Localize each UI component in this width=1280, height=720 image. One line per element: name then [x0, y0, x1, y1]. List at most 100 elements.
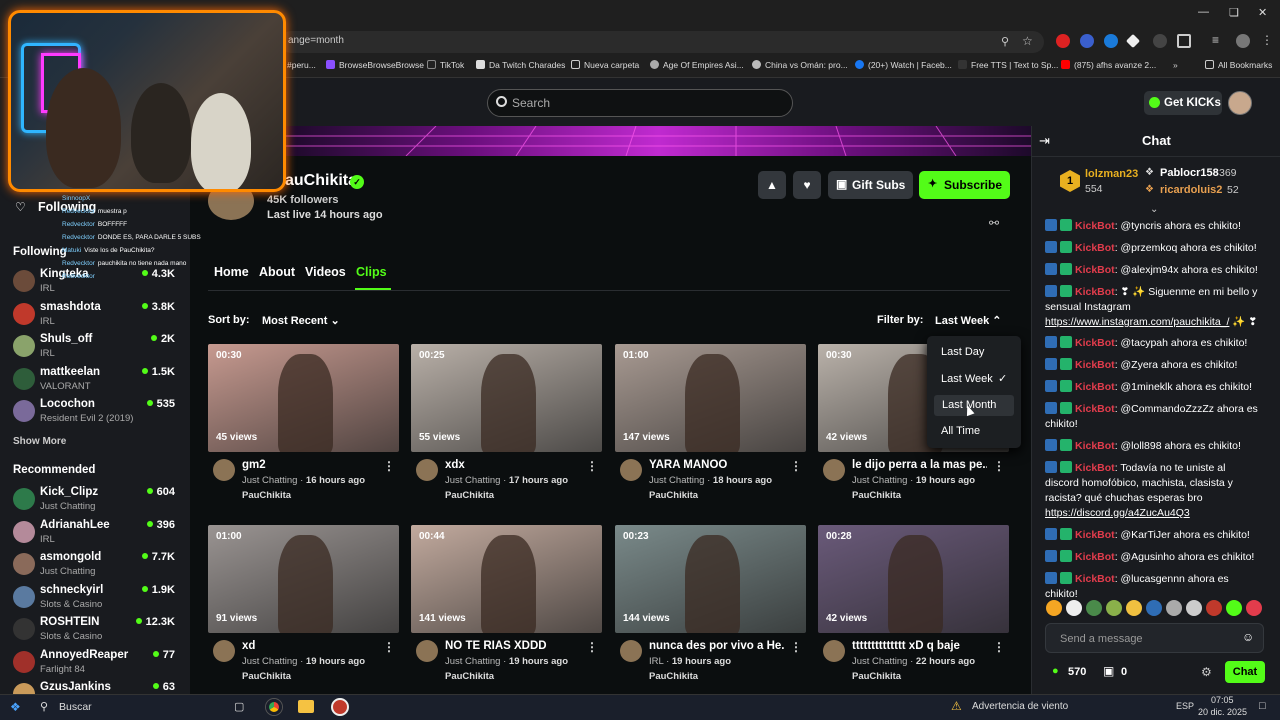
emote-icon[interactable] — [1126, 600, 1142, 616]
sidebar-channel-name[interactable]: asmongold — [40, 551, 101, 563]
task-view-icon[interactable]: ▢ — [234, 700, 244, 713]
emote-icon[interactable] — [1106, 600, 1122, 616]
clip-author-avatar[interactable] — [823, 640, 845, 662]
bookmark[interactable]: Da Twitch Charades — [476, 60, 565, 70]
sidebar-channel-name[interactable]: mattkeelan — [40, 366, 100, 378]
clip-title[interactable]: xdx — [445, 459, 580, 471]
clip-title[interactable]: YARA MANOO — [649, 459, 784, 471]
emote-icon[interactable] — [1046, 600, 1062, 616]
clip-author-avatar[interactable] — [620, 640, 642, 662]
chat-username[interactable]: KickBot — [1075, 440, 1115, 452]
clip-category[interactable]: IRL — [649, 656, 663, 667]
chat-username[interactable]: KickBot — [1075, 573, 1115, 585]
clip-author[interactable]: PauChikita — [852, 671, 901, 682]
leader-name[interactable]: lolzman23 — [1085, 168, 1138, 180]
bookmark[interactable]: BrowseBrowseBrowse — [326, 60, 424, 70]
clip-category[interactable]: Just Chatting — [852, 475, 907, 486]
sidebar-channel-name[interactable]: smashdota — [40, 301, 101, 313]
clip-card[interactable]: 01:00 91 views xd ⋮ Just Chatting · 19 hours… — [208, 525, 399, 682]
channel-avatar[interactable] — [13, 270, 35, 292]
minimize-icon[interactable]: — — [1198, 6, 1209, 18]
search-input[interactable]: Search — [487, 89, 793, 117]
clip-card[interactable]: 00:28 42 views tttttttttttttt xD q baje ⋮ Ju… — [818, 525, 1009, 682]
clip-author[interactable]: PauChikita — [445, 490, 494, 501]
clip-title[interactable]: le dijo perra a la mas pe... — [852, 459, 987, 471]
chat-input[interactable]: Send a message — [1045, 623, 1264, 653]
follow-heart-button[interactable]: ♥ — [793, 171, 821, 199]
emote-icon[interactable] — [1206, 600, 1222, 616]
clip-author[interactable]: PauChikita — [242, 671, 291, 682]
obs-icon[interactable] — [331, 698, 349, 716]
filter-option-last-week[interactable]: Last Week — [941, 373, 993, 385]
get-kicks-button[interactable]: Get KICKs — [1144, 91, 1222, 115]
clip-author-avatar[interactable] — [823, 459, 845, 481]
more-options-icon[interactable]: ⋮ — [790, 459, 802, 473]
gift-subs-button[interactable]: ▣ Gift Subs — [828, 171, 913, 199]
channel-avatar[interactable] — [13, 520, 35, 543]
bookmark[interactable]: (20+) Watch | Faceb... — [855, 60, 952, 70]
bookmark[interactable]: China vs Omán: pro... — [752, 60, 848, 70]
more-options-icon[interactable]: ⋮ — [383, 459, 395, 473]
bookmark-star-icon[interactable]: ☆ — [1022, 34, 1033, 48]
notifications-icon[interactable]: □ — [1259, 700, 1266, 712]
address-bar[interactable]: ange=month — [280, 31, 1044, 53]
extension-icon[interactable] — [1080, 34, 1094, 48]
channel-avatar[interactable] — [13, 400, 35, 422]
sidebar-channel-name[interactable]: Shuls_off — [40, 333, 92, 345]
more-options-icon[interactable]: ⋮ — [993, 640, 1005, 654]
clip-author-avatar[interactable] — [416, 640, 438, 662]
chat-username[interactable]: KickBot — [1075, 220, 1115, 232]
tab-home[interactable]: Home — [214, 265, 249, 279]
maximize-icon[interactable]: ❏ — [1229, 6, 1239, 19]
clip-thumbnail[interactable]: 00:25 55 views — [411, 344, 602, 452]
clip-card[interactable]: 00:25 55 views xdx ⋮ Just Chatting · 17 hour… — [411, 344, 602, 501]
clock-date[interactable]: 20 dic. 2025 — [1198, 707, 1247, 717]
show-more-button[interactable]: Show More — [13, 436, 66, 447]
channel-avatar[interactable] — [13, 553, 35, 575]
extension-icon[interactable] — [1056, 34, 1070, 48]
clip-category[interactable]: Just Chatting — [852, 656, 907, 667]
channel-avatar[interactable] — [13, 367, 35, 390]
channel-avatar[interactable] — [13, 335, 35, 357]
media-icon[interactable]: ≡ — [1212, 33, 1219, 47]
bookmark[interactable]: Age Of Empires Asi... — [650, 60, 744, 70]
clip-thumbnail[interactable]: 00:23 144 views — [615, 525, 806, 633]
clip-category[interactable]: Just Chatting — [649, 475, 704, 486]
chat-username[interactable]: KickBot — [1075, 381, 1115, 393]
clip-title[interactable]: nunca des por vivo a He... — [649, 640, 784, 652]
chat-username[interactable]: KickBot — [1075, 529, 1115, 541]
taskbar-search[interactable]: Buscar — [59, 701, 92, 713]
collapse-chat-icon[interactable]: ⇥ — [1039, 133, 1050, 149]
leader-name[interactable]: Pablocr158 — [1160, 167, 1219, 179]
clip-author[interactable]: PauChikita — [242, 490, 291, 501]
language-indicator[interactable]: ESP — [1176, 701, 1194, 711]
clip-card[interactable]: 00:30 45 views gm2 ⋮ Just Chatting · 16 hour… — [208, 344, 399, 501]
sort-dropdown[interactable]: Most Recent ⌄ — [262, 314, 340, 327]
channel-avatar[interactable] — [13, 618, 35, 640]
channel-avatar[interactable] — [13, 585, 35, 608]
clip-card[interactable]: 00:44 141 views NO TE RIAS XDDD ⋮ Just Chatt… — [411, 525, 602, 682]
clip-thumbnail[interactable]: 00:30 45 views — [208, 344, 399, 452]
chat-username[interactable]: KickBot — [1075, 264, 1115, 276]
more-bookmarks-icon[interactable]: » — [1173, 60, 1178, 70]
emote-icon[interactable] — [1186, 600, 1202, 616]
clip-title[interactable]: NO TE RIAS XDDD — [445, 640, 580, 652]
sidebar-channel-name[interactable]: AdrianahLee — [40, 519, 110, 531]
sidebar-channel-name[interactable]: Kick_Clipz — [40, 486, 98, 498]
sidebar-channel-name[interactable]: AnnoyedReaper — [40, 649, 128, 661]
send-chat-button[interactable]: Chat — [1225, 661, 1265, 683]
emote-icon[interactable] — [1066, 600, 1082, 616]
sidebar-channel-name[interactable]: GzusJankins — [40, 681, 111, 693]
extensions-puzzle-icon[interactable] — [1177, 34, 1191, 48]
clip-author-avatar[interactable] — [416, 459, 438, 481]
emoji-icon[interactable]: ☺ — [1242, 630, 1254, 644]
filter-option-all-time[interactable]: All Time — [941, 425, 980, 437]
chat-link[interactable]: https://www.instagram.com/pauchikita_/ — [1045, 316, 1229, 328]
extension-icon[interactable] — [1104, 34, 1118, 48]
clip-card[interactable]: 01:00 147 views YARA MANOO ⋮ Just Chatting ·… — [615, 344, 806, 501]
clip-category[interactable]: Just Chatting — [242, 475, 297, 486]
clip-author-avatar[interactable] — [620, 459, 642, 481]
clip-author[interactable]: PauChikita — [649, 490, 698, 501]
filter-option-last-day[interactable]: Last Day — [941, 346, 984, 358]
tab-about[interactable]: About — [259, 265, 295, 279]
